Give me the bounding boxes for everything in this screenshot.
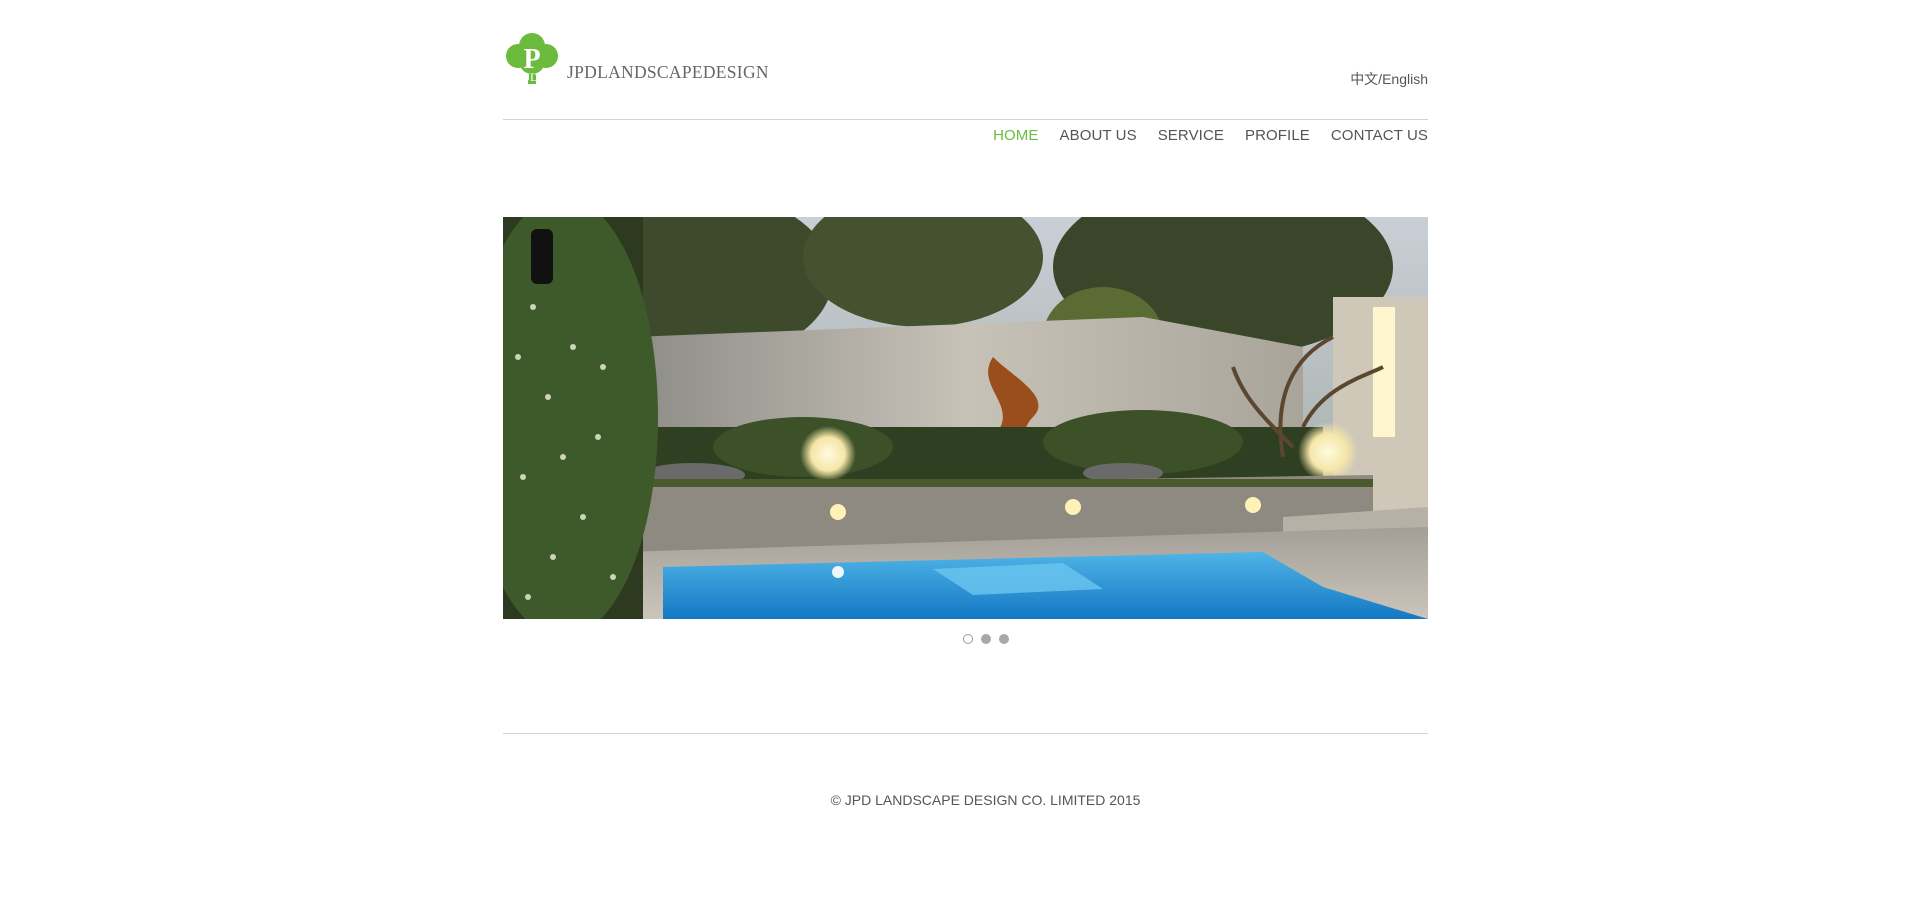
svg-text:JD: JD: [525, 70, 539, 84]
hero-slider[interactable]: [503, 217, 1428, 619]
page: P JD JPDLANDSCAPEDESIGN 中文/English HOME …: [0, 0, 1920, 900]
slider-dot-3[interactable]: [998, 634, 1009, 644]
nav-link-profile[interactable]: PROFILE: [1245, 127, 1310, 144]
slide-image-garden-pool: [503, 217, 1428, 619]
nav-link-service[interactable]: SERVICE: [1158, 127, 1224, 144]
content-wrapper: P JD JPDLANDSCAPEDESIGN 中文/English HOME …: [503, 0, 1428, 900]
language-switch-link[interactable]: 中文/English: [1350, 69, 1428, 89]
main-nav: HOME ABOUT US SERVICE PROFILE CONTACT US: [993, 127, 1428, 145]
slider-pagination: [503, 634, 1428, 644]
nav-link-about-us[interactable]: ABOUT US: [1059, 127, 1136, 144]
slider-dot-1[interactable]: [962, 634, 973, 644]
nav-item-contact-us: CONTACT US: [1331, 127, 1428, 145]
header-divider: [503, 119, 1428, 120]
nav-item-service: SERVICE: [1158, 127, 1224, 145]
logo-link[interactable]: P JD JPDLANDSCAPEDESIGN: [503, 30, 769, 86]
footer-divider: [503, 733, 1428, 734]
tree-logo-icon: P JD: [506, 33, 558, 84]
copyright-text: © JPD LANDSCAPE DESIGN CO. LIMITED 2015: [830, 792, 1141, 808]
brand-name: JPDLANDSCAPEDESIGN: [567, 62, 769, 82]
slider-dot-2[interactable]: [980, 634, 991, 644]
nav-link-contact-us[interactable]: CONTACT US: [1331, 127, 1428, 144]
nav-link-home[interactable]: HOME: [993, 127, 1038, 144]
nav-item-home: HOME: [993, 127, 1038, 145]
nav-item-profile: PROFILE: [1245, 127, 1310, 145]
nav-item-about-us: ABOUT US: [1059, 127, 1136, 145]
